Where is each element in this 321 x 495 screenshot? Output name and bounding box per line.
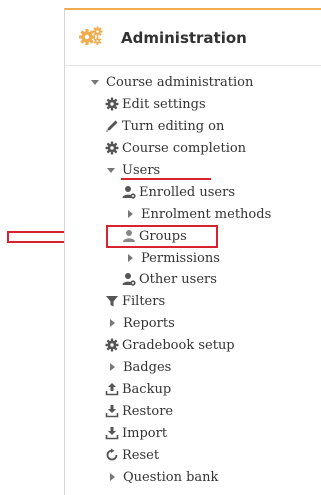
tree-item-label: Permissions <box>141 250 220 266</box>
tree-item-label: Reset <box>122 447 160 463</box>
tree-item-badges[interactable]: Badges <box>106 357 171 377</box>
caret-down-icon <box>105 163 117 177</box>
tree-item-enrolled-users[interactable]: Enrolled users <box>122 182 235 202</box>
refresh-icon <box>105 448 119 462</box>
tree-item-label: Enrolment methods <box>141 206 272 222</box>
tree-item-label: Gradebook setup <box>122 337 235 353</box>
gears-icon <box>79 26 103 46</box>
pencil-icon <box>105 119 119 133</box>
tree-item-label: Restore <box>122 403 174 419</box>
cog-icon <box>105 338 119 352</box>
user-gear-icon <box>122 272 136 286</box>
groups-highlight-box <box>106 225 218 248</box>
tree-item-label: Filters <box>122 293 166 309</box>
tree-item-label: Edit settings <box>122 96 206 112</box>
tree-item-course-completion[interactable]: Course completion <box>105 138 246 158</box>
tree-item-label: Import <box>122 425 168 441</box>
tree-item-other-users[interactable]: Other users <box>122 269 217 289</box>
tree-item-label: Badges <box>123 359 172 375</box>
upload-icon <box>105 382 119 396</box>
cog-icon <box>105 141 119 155</box>
tree-item-label: Turn editing on <box>122 118 225 134</box>
tree-item-reports[interactable]: Reports <box>106 313 175 333</box>
tree-item-permissions[interactable]: Permissions <box>124 248 220 268</box>
tree-item-turn-editing-on[interactable]: Turn editing on <box>105 116 224 136</box>
caret-right-icon <box>106 470 118 484</box>
tree-item-backup[interactable]: Backup <box>105 379 171 399</box>
tree-item-gradebook-setup[interactable]: Gradebook setup <box>105 335 235 355</box>
caret-right-icon <box>124 207 136 221</box>
download-icon <box>105 404 119 418</box>
tree-item-course-administration[interactable]: Course administration <box>89 72 253 92</box>
tree-item-label: Users <box>122 162 161 178</box>
caret-right-icon <box>106 360 118 374</box>
tree-item-import[interactable]: Import <box>105 423 167 443</box>
caret-right-icon <box>124 251 136 265</box>
download-icon <box>105 426 119 440</box>
tree-item-restore[interactable]: Restore <box>105 401 173 421</box>
tree-item-filters[interactable]: Filters <box>105 291 165 311</box>
block-title: Administration <box>121 29 247 47</box>
caret-right-icon <box>106 316 118 330</box>
tree-item-label: Other users <box>139 271 217 287</box>
tree-item-label: Backup <box>122 381 172 397</box>
tree-item-label: Enrolled users <box>139 184 235 200</box>
users-underline <box>121 178 211 180</box>
user-gear-icon <box>122 185 136 199</box>
tree-item-reset[interactable]: Reset <box>105 445 159 465</box>
filter-icon <box>105 294 119 308</box>
tree-item-enrolment-methods[interactable]: Enrolment methods <box>124 204 271 224</box>
tree-item-label: Course completion <box>122 140 247 156</box>
tree-item-label: Course administration <box>106 74 254 90</box>
tree-item-users[interactable]: Users <box>105 160 160 180</box>
tree-item-edit-settings[interactable]: Edit settings <box>105 94 206 114</box>
caret-down-icon <box>89 75 101 89</box>
cog-icon <box>105 97 119 111</box>
tree-item-label: Question bank <box>123 469 219 485</box>
tree-item-label: Reports <box>123 315 175 331</box>
tree-item-question-bank[interactable]: Question bank <box>106 467 218 487</box>
block-header: Administration <box>65 10 321 66</box>
